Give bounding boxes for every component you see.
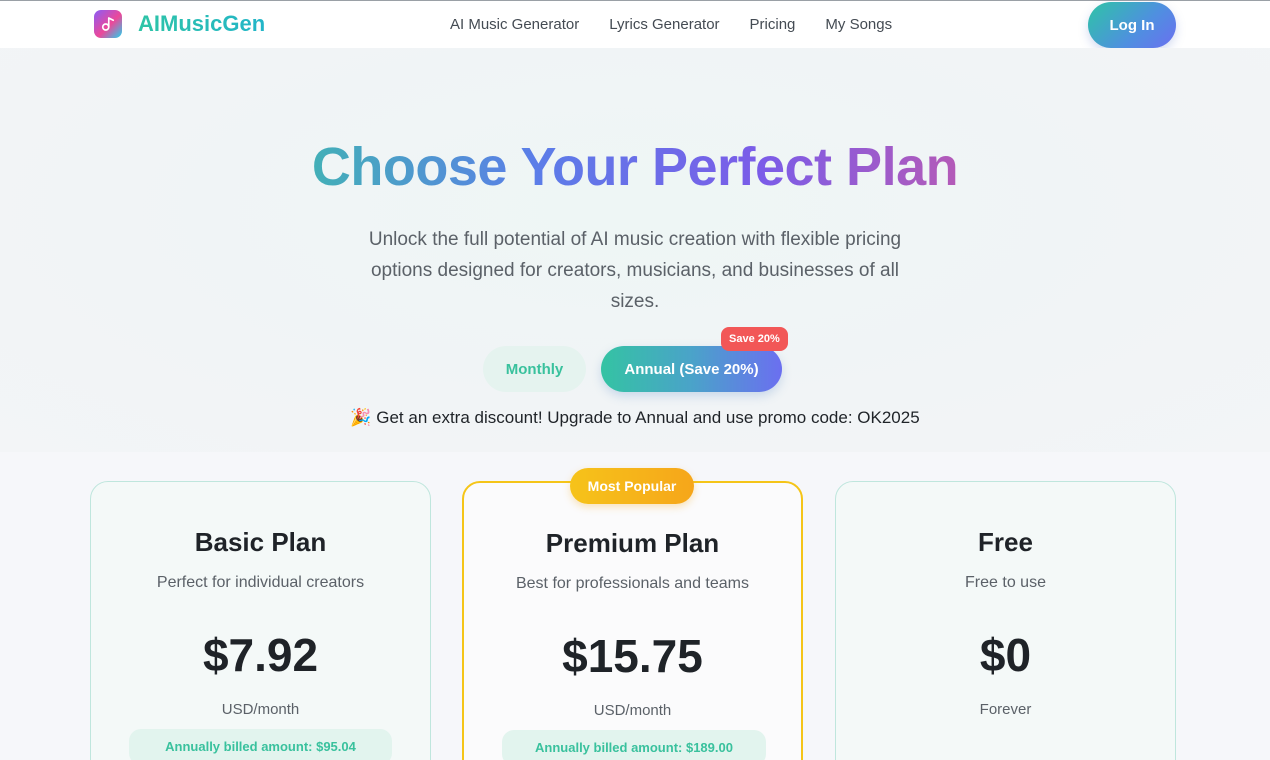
plan-price-unit: USD/month (221, 701, 300, 718)
plan-card-premium: Premium Plan Best for professionals and … (462, 481, 803, 760)
login-button[interactable]: Log In (1088, 2, 1176, 48)
main-nav: AI Music Generator Lyrics Generator Pric… (450, 16, 922, 33)
billing-toggle-annual[interactable]: Annual (Save 20%) (601, 346, 782, 392)
pricing-hero: Choose Your Perfect Plan Unlock the full… (0, 48, 1270, 452)
plan-name: Premium Plan (545, 528, 720, 558)
plan-price-unit: USD/month (593, 702, 672, 719)
brand-link[interactable]: AIMusicGen (94, 10, 265, 38)
billed-amount: Annually billed amount: $95.04 (129, 729, 392, 760)
page-title: Choose Your Perfect Plan (0, 136, 1270, 198)
plan-price: $15.75 (562, 630, 703, 682)
plan-description: Perfect for individual creators (156, 574, 365, 591)
billed-amount: Annually billed amount: $189.00 (502, 730, 766, 760)
plan-description: Free to use (965, 574, 1046, 591)
plan-price: $7.92 (202, 629, 319, 681)
most-popular-badge: Most Popular (570, 468, 694, 504)
save-badge: Save 20% (721, 327, 788, 351)
promo-message: 🎉 Get an extra discount! Upgrade to Annu… (350, 408, 920, 427)
top-navbar: AIMusicGen AI Music Generator Lyrics Gen… (0, 0, 1270, 48)
plan-name: Free (978, 527, 1033, 557)
billing-toggle-monthly[interactable]: Monthly (483, 346, 586, 392)
nav-pricing[interactable]: Pricing (750, 16, 796, 33)
plan-card-free: Free Free to use $0 Forever (835, 481, 1176, 760)
nav-ai-music-generator[interactable]: AI Music Generator (450, 16, 579, 33)
plan-card-basic: Basic Plan Perfect for individual creato… (90, 481, 431, 760)
brand-name: AIMusicGen (138, 11, 266, 36)
page-subtitle: Unlock the full potential of AI music cr… (368, 229, 902, 312)
plan-price-unit: Forever (979, 701, 1032, 718)
music-note-icon (94, 10, 122, 38)
nav-my-songs[interactable]: My Songs (825, 16, 892, 33)
plan-price: $0 (979, 629, 1032, 681)
nav-lyrics-generator[interactable]: Lyrics Generator (609, 16, 719, 33)
plan-name: Basic Plan (194, 527, 327, 557)
plan-description: Best for professionals and teams (515, 575, 749, 592)
pricing-cards: Basic Plan Perfect for individual creato… (0, 452, 1270, 760)
